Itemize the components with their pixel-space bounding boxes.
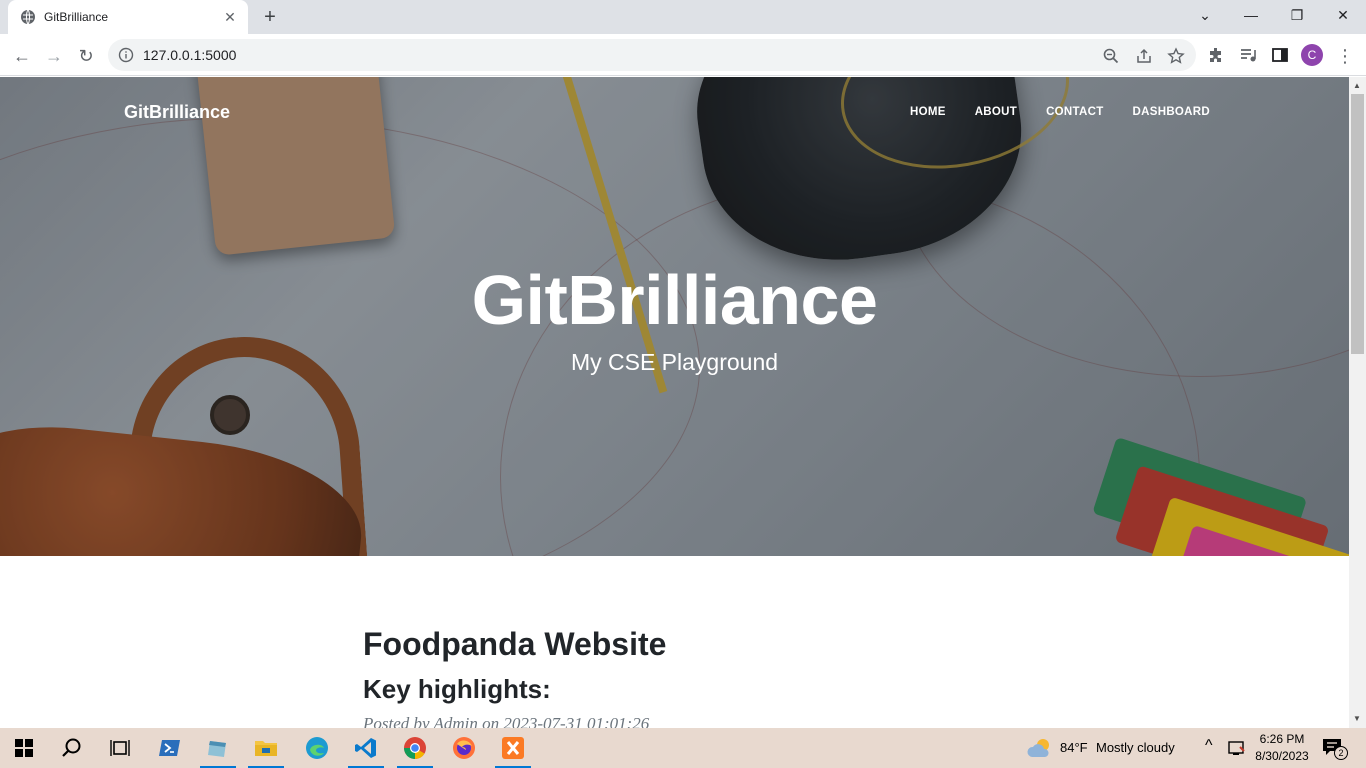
scroll-up-icon[interactable]: ▲: [1353, 81, 1361, 90]
taskbar: 84°F Mostly cloudy ^ 6:26 PM 8/30/2023 2: [0, 728, 1366, 768]
post-title-link[interactable]: Foodpanda Website: [363, 626, 666, 663]
media-control-icon[interactable]: [1238, 45, 1258, 65]
tab-strip: GitBrilliance ✕ + ⌄ — ❐ ✕: [0, 0, 1366, 34]
info-icon[interactable]: [118, 47, 134, 63]
forward-button[interactable]: →: [40, 42, 68, 70]
taskbar-edge[interactable]: [293, 728, 341, 768]
start-button[interactable]: [0, 728, 48, 768]
powershell-icon: [159, 740, 180, 756]
folder-icon: [255, 741, 277, 756]
network-icon[interactable]: [1228, 739, 1246, 757]
vscode-icon: [355, 738, 376, 758]
globe-icon: [21, 9, 35, 25]
bookmark-star-icon[interactable]: [1167, 47, 1185, 65]
url-text: 127.0.0.1:5000: [143, 47, 237, 63]
notification-center-button[interactable]: 2: [1322, 738, 1348, 760]
weather-cloud-icon[interactable]: [1027, 737, 1053, 759]
chrome-icon: [404, 737, 426, 759]
share-icon[interactable]: [1135, 47, 1153, 65]
minimize-button[interactable]: —: [1228, 0, 1274, 30]
taskbar-vscode[interactable]: [342, 728, 390, 768]
page-viewport: GitBrilliance HOME ABOUT CONTACT DASHBOA…: [0, 77, 1349, 728]
xampp-icon: [502, 737, 524, 759]
post-subtitle: Key highlights:: [363, 674, 551, 704]
taskbar-chrome[interactable]: [391, 728, 439, 768]
scrollbar-thumb[interactable]: [1351, 94, 1364, 354]
weather-temperature[interactable]: 84°F: [1060, 740, 1088, 755]
masthead-hero: GitBrilliance HOME ABOUT CONTACT DASHBOA…: [0, 77, 1349, 556]
nav-home[interactable]: HOME: [910, 106, 946, 118]
show-hidden-icons-chevron-icon[interactable]: ^: [1205, 737, 1213, 755]
page-scrollbar[interactable]: ▲ ▼: [1349, 77, 1366, 728]
nav-dashboard[interactable]: DASHBOARD: [1133, 106, 1210, 118]
task-view-button[interactable]: [96, 728, 144, 768]
browser-toolbar: ← → ↻ 127.0.0.1:5000 C ⋮: [0, 34, 1366, 76]
edge-icon: [306, 737, 328, 759]
search-icon: [62, 738, 81, 757]
taskbar-xampp[interactable]: [489, 728, 537, 768]
firefox-icon: [453, 737, 475, 759]
reload-button[interactable]: ↻: [72, 42, 100, 70]
taskbar-file-explorer[interactable]: [242, 728, 290, 768]
back-button[interactable]: ←: [8, 42, 36, 70]
search-button[interactable]: [48, 728, 96, 768]
scroll-down-icon[interactable]: ▼: [1353, 714, 1361, 723]
profile-avatar[interactable]: C: [1301, 44, 1323, 66]
close-tab-icon[interactable]: ✕: [222, 9, 238, 25]
taskbar-firefox[interactable]: [440, 728, 488, 768]
nav-about[interactable]: ABOUT: [975, 106, 1017, 118]
restore-button[interactable]: ❐: [1274, 0, 1320, 30]
site-nav: HOME ABOUT CONTACT DASHBOARD: [910, 106, 1210, 118]
side-panel-icon[interactable]: [1270, 45, 1290, 65]
site-brand-link[interactable]: GitBrilliance: [124, 102, 230, 123]
close-window-button[interactable]: ✕: [1320, 0, 1366, 30]
windows-logo-icon: [15, 739, 33, 757]
browser-tab[interactable]: GitBrilliance ✕: [8, 0, 248, 34]
address-bar[interactable]: 127.0.0.1:5000: [108, 39, 1196, 71]
hero-title: GitBrilliance: [471, 261, 878, 339]
task-view-icon: [110, 740, 130, 756]
notification-count-badge: 2: [1334, 746, 1348, 760]
clock-date: 8/30/2023: [1255, 749, 1309, 763]
extensions-icon[interactable]: [1206, 45, 1226, 65]
weather-description[interactable]: Mostly cloudy: [1096, 740, 1175, 755]
tab-search-icon[interactable]: ⌄: [1182, 0, 1228, 30]
system-clock[interactable]: 6:26 PM 8/30/2023: [1254, 731, 1310, 765]
tab-title: GitBrilliance: [44, 10, 109, 24]
zoom-icon[interactable]: [1102, 47, 1120, 65]
clock-time: 6:26 PM: [1259, 732, 1305, 746]
menu-kebab-icon[interactable]: ⋮: [1331, 42, 1359, 70]
post-meta: Posted by Admin on 2023-07-31 01:01:26: [363, 714, 650, 728]
taskbar-app-pad[interactable]: [194, 728, 242, 768]
hero-subtitle: My CSE Playground: [570, 349, 779, 375]
notepad-app-icon: [208, 741, 226, 757]
taskbar-powershell[interactable]: [146, 728, 194, 768]
new-tab-button[interactable]: +: [258, 5, 282, 29]
nav-contact[interactable]: CONTACT: [1046, 106, 1103, 118]
